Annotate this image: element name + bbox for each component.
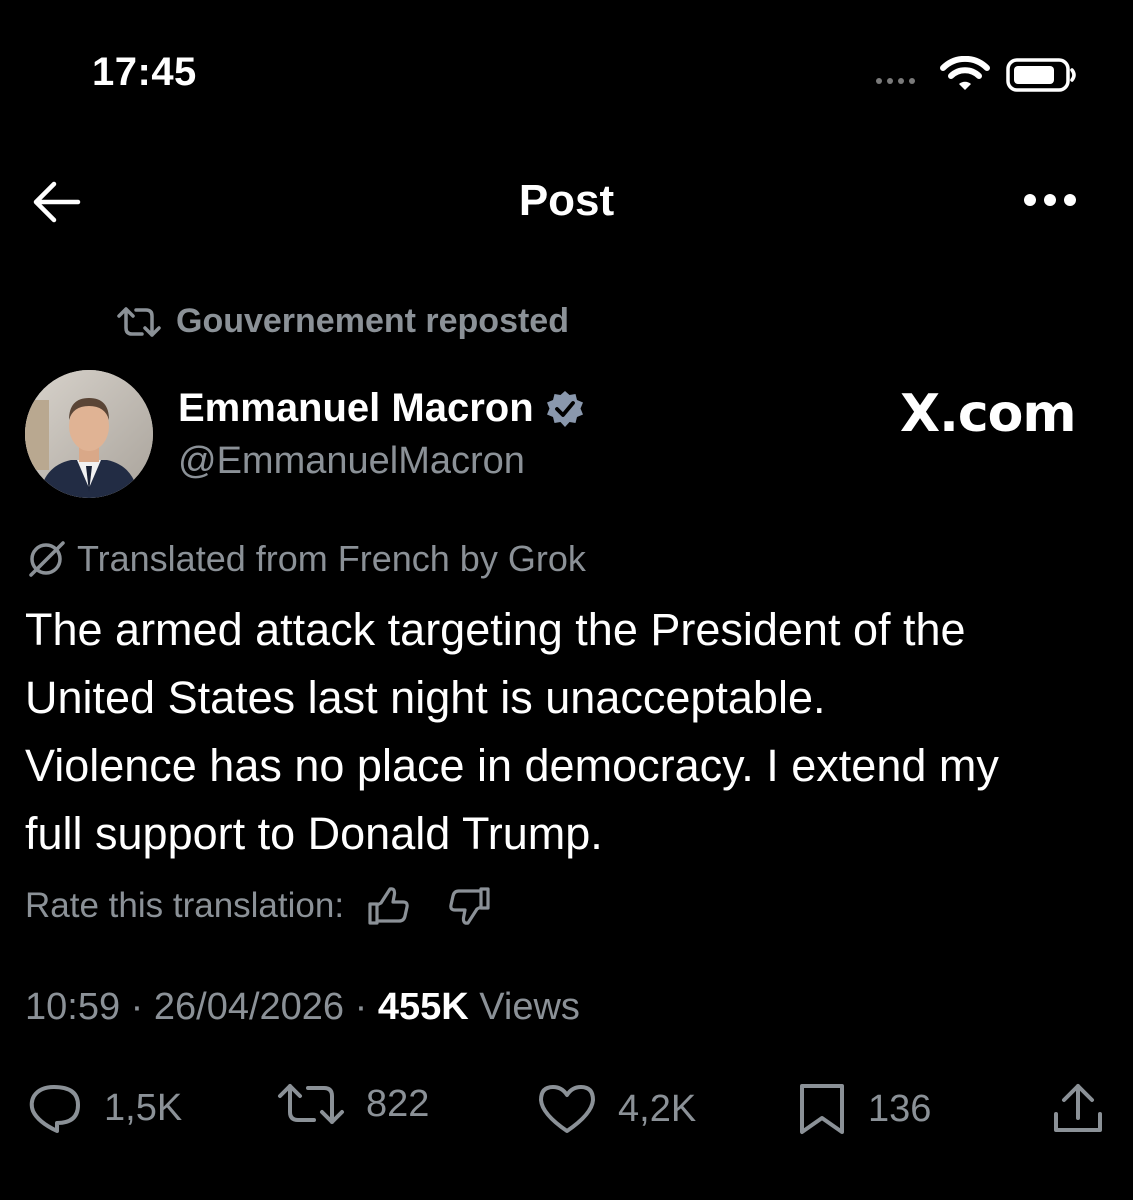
reply-count: 1,5K [104, 1086, 183, 1129]
reply-button[interactable]: 1,5K [26, 1082, 182, 1134]
signal-icon [876, 78, 915, 84]
meta-separator: · [354, 986, 368, 1028]
rate-translation: Rate this translation: [25, 886, 492, 926]
battery-icon [1006, 58, 1076, 92]
translation-label: Translated from French by Grok [77, 538, 586, 579]
like-count: 4,2K [618, 1087, 697, 1130]
repost-icon [117, 306, 161, 337]
wifi-icon [940, 56, 990, 90]
translation-notice: Translated from French by Grok [25, 538, 586, 580]
meta-separator: · [130, 986, 144, 1028]
watermark-label: X.com [900, 384, 1077, 444]
bookmark-count: 136 [868, 1087, 932, 1130]
avatar[interactable] [25, 370, 153, 498]
views-label: Views [479, 986, 580, 1028]
post-text: The armed attack targeting the President… [25, 604, 999, 859]
author-handle[interactable]: @EmmanuelMacron [178, 440, 525, 483]
share-icon [1054, 1084, 1102, 1132]
author-name[interactable]: Emmanuel Macron [178, 386, 584, 431]
share-button[interactable] [1050, 1082, 1106, 1136]
page-title: Post [518, 176, 615, 225]
repost-context[interactable]: Gouvernement reposted [116, 302, 569, 341]
more-icon[interactable] [1022, 190, 1078, 210]
views-count: 455K [377, 986, 469, 1028]
like-icon [539, 1085, 595, 1133]
status-time: 17:45 [92, 50, 197, 94]
like-button[interactable]: 4,2K [536, 1082, 696, 1136]
verified-badge-icon [546, 390, 583, 427]
reply-icon [29, 1085, 80, 1133]
repost-count: 822 [366, 1082, 430, 1125]
post-date[interactable]: 26/04/2026 [154, 986, 344, 1028]
thumbs-down-icon[interactable] [448, 886, 492, 926]
bookmark-icon [800, 1084, 844, 1134]
grok-icon [29, 541, 65, 577]
post-time[interactable]: 10:59 [25, 986, 120, 1028]
rate-label: Rate this translation: [25, 886, 345, 925]
post-metadata: 10:59 · 26/04/2026 · 455K Views [25, 986, 580, 1029]
bookmark-button[interactable]: 136 [796, 1082, 931, 1136]
repost-button[interactable]: 822 [276, 1082, 429, 1126]
author-name-text: Emmanuel Macron [178, 386, 534, 430]
repost-icon [278, 1084, 344, 1124]
thumbs-up-icon[interactable] [366, 886, 410, 926]
repost-label: Gouvernement reposted [176, 302, 569, 340]
